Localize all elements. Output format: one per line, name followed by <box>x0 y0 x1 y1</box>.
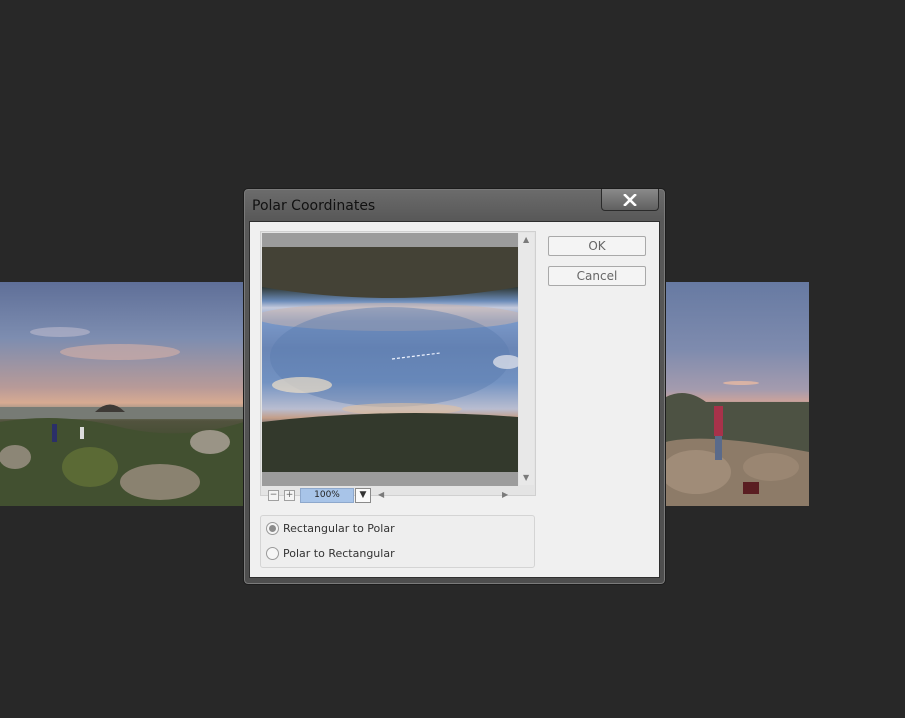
preview-polar-scene <box>262 247 518 472</box>
close-button[interactable] <box>601 189 659 211</box>
close-icon <box>623 193 637 206</box>
option-label: Polar to Rectangular <box>283 547 395 560</box>
scroll-down-icon[interactable]: ▼ <box>523 473 529 482</box>
radio-rectangular-to-polar[interactable] <box>266 522 279 535</box>
chevron-down-icon: ▼ <box>359 490 367 500</box>
preview-vertical-scrollbar[interactable]: ▲ ▼ <box>519 233 534 485</box>
panorama-image-right <box>666 282 809 506</box>
scroll-left-icon[interactable]: ◀ <box>378 490 384 499</box>
preview-top-margin <box>262 233 518 247</box>
option-label: Rectangular to Polar <box>283 522 395 535</box>
scroll-up-icon[interactable]: ▲ <box>523 235 529 244</box>
dialog-title: Polar Coordinates <box>252 198 376 214</box>
dialog-content: ▲ ▼ − + 100% ▼ ◀ ▶ OK Cancel Rectangular… <box>249 221 660 578</box>
radio-polar-to-rectangular[interactable] <box>266 547 279 560</box>
panorama-scenery-right <box>666 381 809 506</box>
preview-image[interactable] <box>262 247 518 472</box>
option-rectangular-to-polar[interactable]: Rectangular to Polar <box>266 522 395 535</box>
radio-selected-dot <box>269 525 276 532</box>
scroll-right-icon[interactable]: ▶ <box>502 490 508 499</box>
preview-bottom-margin <box>262 472 518 486</box>
zoom-level-field[interactable]: 100% <box>300 488 354 503</box>
preview-horizontal-scrollbar[interactable]: ◀ ▶ <box>374 488 514 502</box>
zoom-out-button[interactable]: − <box>268 490 279 501</box>
polar-coordinates-dialog: Polar Coordinates ▲ ▼ − + 100% ▼ ◀ ▶ OK … <box>243 188 666 585</box>
cancel-button[interactable]: Cancel <box>548 266 646 286</box>
ok-button[interactable]: OK <box>548 236 646 256</box>
panorama-image-left <box>0 282 244 506</box>
option-polar-to-rectangular[interactable]: Polar to Rectangular <box>266 547 395 560</box>
conversion-options-group: Rectangular to Polar Polar to Rectangula… <box>260 515 535 568</box>
zoom-dropdown-button[interactable]: ▼ <box>355 488 371 503</box>
zoom-in-button[interactable]: + <box>284 490 295 501</box>
preview-panel: ▲ ▼ − + 100% ▼ ◀ ▶ <box>260 231 536 503</box>
zoom-toolbar: − + 100% ▼ ◀ ▶ <box>262 487 535 503</box>
panorama-scenery-left <box>0 327 244 506</box>
